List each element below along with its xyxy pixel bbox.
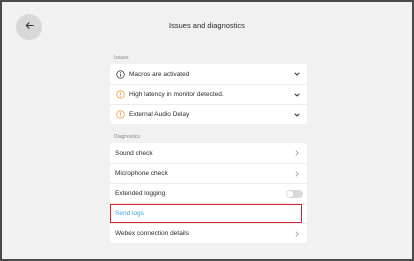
issue-label: High latency in monitor detected. bbox=[129, 91, 224, 98]
issues-card: Macros are activated High latency in mon… bbox=[110, 64, 307, 124]
extended-logging-toggle[interactable] bbox=[286, 190, 303, 198]
chevron-right-icon bbox=[292, 229, 302, 239]
warning-icon bbox=[115, 90, 125, 100]
microphone-check-row[interactable]: Microphone check bbox=[110, 163, 307, 183]
toggle-knob bbox=[287, 191, 293, 197]
row-label: Sound check bbox=[115, 149, 153, 157]
issue-row-macros[interactable]: Macros are activated bbox=[110, 64, 307, 84]
send-logs-link[interactable]: Send logs bbox=[115, 210, 302, 217]
chevron-right-icon bbox=[292, 148, 302, 158]
chevron-down-icon[interactable] bbox=[292, 69, 302, 79]
diagnostics-card: Sound check Microphone check Extended lo… bbox=[110, 143, 307, 243]
row-label: Microphone check bbox=[115, 170, 168, 177]
issue-row-audio-delay[interactable]: External Audio Delay bbox=[110, 104, 307, 124]
chevron-down-icon[interactable] bbox=[292, 110, 302, 120]
issue-label: Macros are activated bbox=[129, 70, 190, 78]
diagnostics-section-label: Diagnostics bbox=[114, 134, 140, 140]
extended-logging-row: Extended logging bbox=[110, 183, 307, 203]
issue-label: External Audio Delay bbox=[129, 111, 190, 118]
row-label: Webex connection details bbox=[115, 230, 189, 237]
issues-section-label: Issues bbox=[114, 55, 129, 61]
warning-icon bbox=[115, 110, 125, 120]
window-frame: Issues and diagnostics Issues Macros are… bbox=[0, 0, 414, 261]
sound-check-row[interactable]: Sound check bbox=[110, 143, 307, 163]
info-icon bbox=[115, 69, 125, 79]
chevron-right-icon bbox=[292, 169, 302, 179]
webex-connection-details-row[interactable]: Webex connection details bbox=[110, 223, 307, 243]
page-title: Issues and diagnostics bbox=[169, 21, 245, 30]
send-logs-row[interactable]: Send logs bbox=[110, 203, 307, 223]
chevron-down-icon[interactable] bbox=[292, 90, 302, 100]
issue-row-latency[interactable]: High latency in monitor detected. bbox=[110, 84, 307, 104]
row-label: Extended logging bbox=[115, 190, 166, 197]
